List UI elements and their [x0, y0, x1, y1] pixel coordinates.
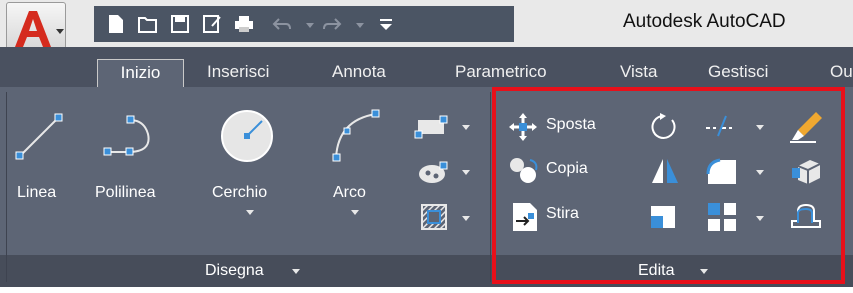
autocad-logo-icon: [15, 11, 51, 47]
polyline-icon[interactable]: [100, 110, 160, 162]
tab-parametrico[interactable]: Parametrico: [455, 59, 547, 87]
polyline-tool-label[interactable]: Polilinea: [95, 184, 155, 202]
plot-icon[interactable]: [234, 14, 254, 34]
tab-output[interactable]: Ou: [830, 59, 853, 87]
tab-vista[interactable]: Vista: [620, 59, 658, 87]
gradient-icon[interactable]: [418, 201, 452, 235]
arc-dropdown-caret[interactable]: [351, 210, 359, 215]
hatch-dropdown-caret[interactable]: [462, 170, 470, 175]
circle-icon[interactable]: [218, 107, 276, 165]
panel-separator: [490, 92, 491, 282]
redo-icon[interactable]: [322, 14, 342, 34]
rectangle-dropdown-caret[interactable]: [462, 125, 470, 130]
hatch-icon[interactable]: [414, 158, 454, 186]
quick-access-toolbar: [94, 6, 514, 42]
ribbon-tab-bar: Inizio Inserisci Annota Parametrico Vist…: [0, 47, 853, 87]
line-tool-label[interactable]: Linea: [17, 184, 56, 202]
tab-inserisci[interactable]: Inserisci: [207, 59, 269, 87]
new-icon[interactable]: [106, 14, 126, 34]
panel-separator: [6, 92, 7, 282]
rectangle-icon[interactable]: [414, 114, 454, 140]
bottom-strip: [0, 287, 853, 293]
customize-icon[interactable]: [376, 14, 396, 34]
open-icon[interactable]: [138, 14, 158, 34]
circle-dropdown-caret[interactable]: [246, 210, 254, 215]
line-icon[interactable]: [14, 110, 66, 162]
save-icon[interactable]: [170, 14, 190, 34]
draw-panel-title[interactable]: Disegna: [205, 262, 264, 280]
gradient-dropdown-caret[interactable]: [462, 216, 470, 221]
arc-tool-label[interactable]: Arco: [333, 184, 366, 202]
tab-annota[interactable]: Annota: [332, 59, 386, 87]
window-title: Autodesk AutoCAD: [623, 11, 786, 32]
tab-inizio[interactable]: Inizio: [97, 59, 184, 87]
modify-panel-highlight: [492, 87, 845, 284]
circle-tool-label[interactable]: Cerchio: [212, 184, 267, 202]
draw-panel-expand-caret[interactable]: [292, 269, 300, 274]
save-as-icon[interactable]: [202, 14, 222, 34]
title-bar: Autodesk AutoCAD: [0, 0, 853, 56]
arc-icon[interactable]: [330, 108, 382, 164]
tab-gestisci[interactable]: Gestisci: [708, 59, 768, 87]
undo-icon[interactable]: [272, 14, 292, 34]
